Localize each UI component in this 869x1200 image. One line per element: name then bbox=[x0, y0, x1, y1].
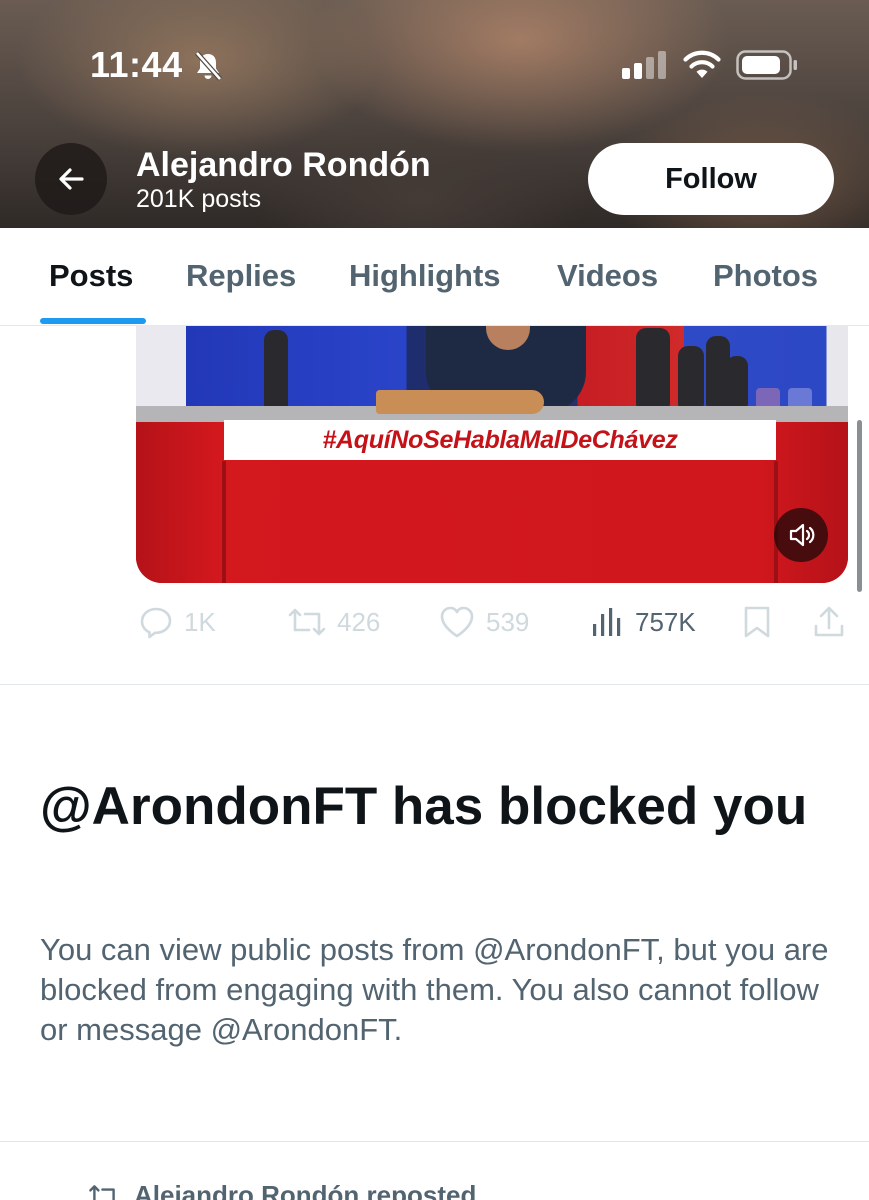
bust-figure bbox=[678, 346, 704, 408]
tab-posts[interactable]: Posts bbox=[49, 258, 133, 294]
bookmark-action[interactable] bbox=[740, 604, 774, 640]
reply-count: 1K bbox=[184, 606, 216, 637]
bar-chart-icon bbox=[593, 608, 621, 636]
repost-indicator: Alejandro Rondón reposted bbox=[88, 1180, 476, 1200]
share-action[interactable] bbox=[812, 604, 846, 640]
repost-count: 426 bbox=[337, 606, 381, 637]
repost-icon bbox=[288, 608, 326, 636]
views-action[interactable]: 757K bbox=[591, 604, 696, 640]
wooden-club bbox=[376, 390, 544, 414]
status-bar: 11:44 bbox=[0, 0, 869, 120]
post-video[interactable]: #AquíNoSeHablaMalDeChávez bbox=[136, 326, 848, 583]
repost-action[interactable]: 426 bbox=[287, 604, 380, 640]
blocked-description: You can view public posts from @ArondonF… bbox=[40, 932, 829, 1047]
tab-highlights[interactable]: Highlights bbox=[349, 258, 501, 294]
statue-figure bbox=[264, 330, 288, 410]
back-button[interactable] bbox=[35, 143, 107, 215]
heart-icon bbox=[440, 606, 474, 638]
reply-icon bbox=[140, 607, 172, 639]
mute-button[interactable] bbox=[774, 508, 828, 562]
video-hashtag-banner: #AquíNoSeHablaMalDeChávez bbox=[224, 420, 776, 460]
tab-videos[interactable]: Videos bbox=[557, 258, 658, 294]
divider bbox=[0, 1141, 869, 1142]
bookmark-icon bbox=[744, 606, 770, 638]
post-count: 201K posts bbox=[136, 185, 262, 213]
battery-icon bbox=[736, 50, 797, 80]
reply-action[interactable]: 1K bbox=[138, 604, 216, 640]
tab-replies[interactable]: Replies bbox=[186, 258, 296, 294]
repost-icon bbox=[89, 1184, 119, 1200]
tab-photos[interactable]: Photos bbox=[713, 258, 818, 294]
follow-button[interactable]: Follow bbox=[588, 143, 834, 215]
status-time: 11:44 bbox=[90, 44, 183, 85]
scrollbar[interactable] bbox=[857, 420, 862, 592]
bust-figure bbox=[636, 328, 670, 408]
profile-name: Alejandro Rondón bbox=[136, 146, 431, 184]
speaker-icon bbox=[789, 523, 815, 547]
like-count: 539 bbox=[486, 606, 530, 637]
active-tab-indicator bbox=[40, 318, 146, 324]
desk-panel-divider bbox=[222, 461, 226, 583]
bell-slash-icon bbox=[195, 51, 222, 81]
share-icon bbox=[814, 606, 844, 637]
repost-text: Alejandro Rondón reposted bbox=[134, 1180, 477, 1200]
arrow-left-icon bbox=[59, 168, 84, 190]
bust-figure bbox=[726, 356, 748, 408]
view-count: 757K bbox=[635, 606, 696, 637]
cellular-signal-icon bbox=[622, 51, 666, 79]
wifi-icon bbox=[683, 50, 721, 78]
blocked-title: @ArondonFT has blocked you bbox=[40, 777, 808, 836]
like-action[interactable]: 539 bbox=[438, 604, 529, 640]
divider bbox=[0, 684, 869, 685]
profile-tabs: Posts Replies Highlights Videos Photos bbox=[0, 228, 869, 326]
